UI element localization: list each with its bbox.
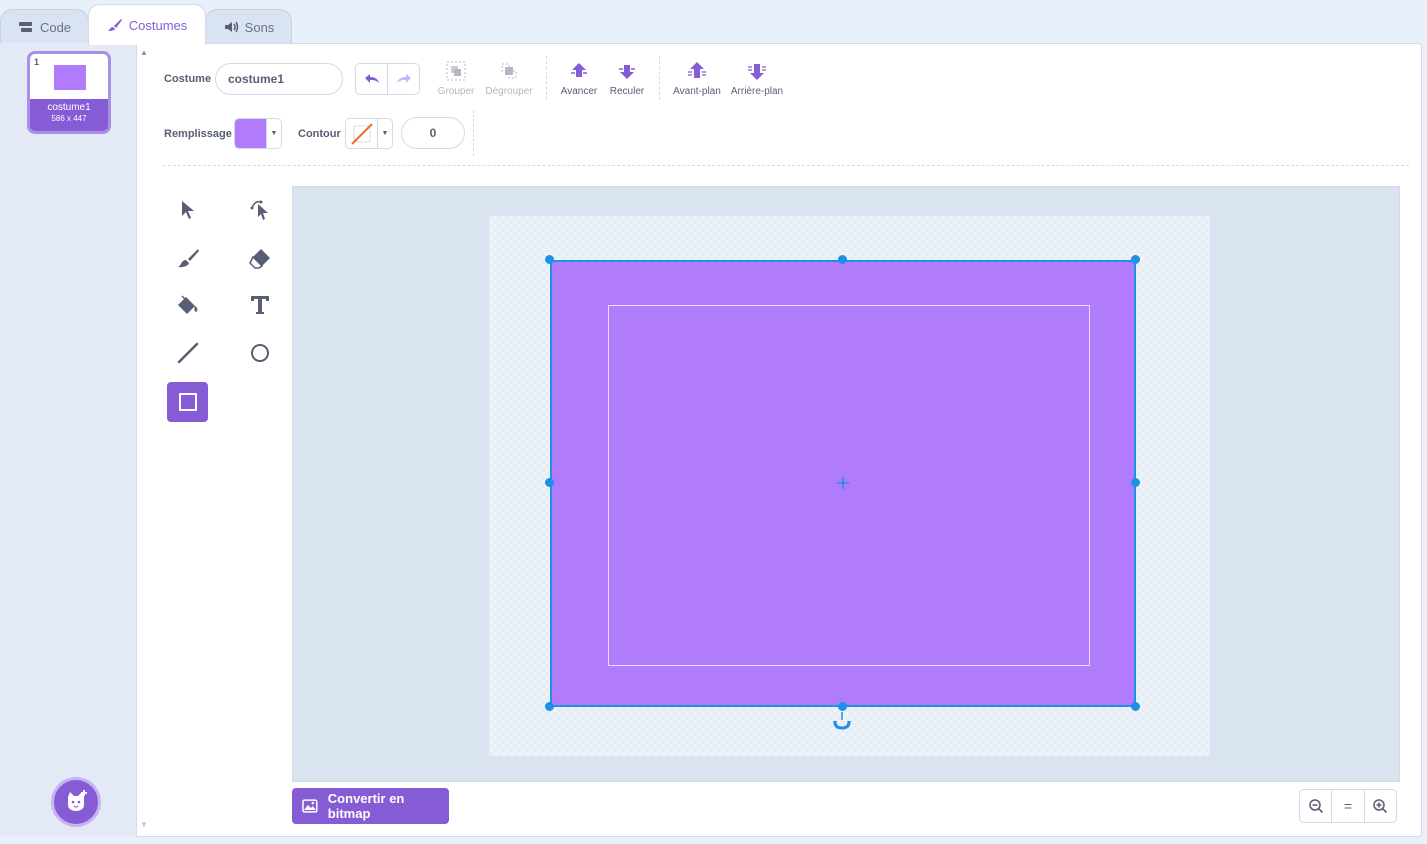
rectangle-icon bbox=[178, 393, 197, 411]
rectangle-tool[interactable] bbox=[167, 382, 208, 422]
undo-icon bbox=[364, 74, 379, 83]
group-button[interactable]: Grouper bbox=[436, 60, 476, 97]
resize-handle-top-left[interactable] bbox=[545, 255, 554, 264]
tab-code[interactable]: Code bbox=[0, 9, 89, 44]
convert-to-bitmap-button[interactable]: Convertir en bitmap bbox=[292, 788, 449, 824]
toolbar-divider bbox=[659, 56, 660, 100]
costume-list bbox=[0, 43, 137, 837]
resize-handle-bottom[interactable] bbox=[838, 702, 847, 711]
text-tool[interactable] bbox=[239, 285, 280, 325]
redo-button[interactable] bbox=[387, 64, 419, 94]
front-label: Avant-plan bbox=[673, 86, 721, 97]
brush-icon bbox=[177, 249, 199, 268]
line-tool[interactable] bbox=[167, 333, 208, 373]
center-crosshair-icon bbox=[837, 477, 849, 489]
paint-bucket-icon bbox=[177, 295, 197, 314]
undo-redo-group bbox=[355, 63, 420, 95]
scroll-down-arrow[interactable]: ▼ bbox=[138, 820, 150, 830]
outline-label: Contour bbox=[298, 128, 341, 140]
backward-icon bbox=[619, 65, 635, 79]
no-color-icon bbox=[350, 122, 373, 145]
resize-handle-left[interactable] bbox=[545, 478, 554, 487]
back-button[interactable]: Arrière-plan bbox=[729, 60, 785, 97]
forward-button[interactable]: Avancer bbox=[558, 60, 600, 97]
back-label: Arrière-plan bbox=[730, 86, 784, 97]
circle-tool[interactable] bbox=[239, 333, 280, 373]
rotate-handle-icon[interactable] bbox=[832, 712, 852, 732]
scroll-up-arrow[interactable]: ▲ bbox=[138, 48, 150, 58]
brush-tool[interactable] bbox=[167, 238, 208, 278]
costume-name-label: Costume bbox=[164, 73, 212, 85]
brush-icon bbox=[107, 19, 122, 31]
costume-size: 586 x 447 bbox=[51, 114, 87, 123]
eraser-tool[interactable] bbox=[239, 238, 280, 278]
tab-label: Costumes bbox=[128, 17, 188, 33]
backward-label: Reculer bbox=[609, 86, 645, 97]
add-costume-button[interactable] bbox=[51, 777, 101, 827]
circle-icon bbox=[250, 344, 269, 362]
speaker-icon bbox=[224, 21, 238, 33]
toolbar-divider bbox=[546, 56, 547, 100]
zoom-reset-button[interactable]: = bbox=[1331, 790, 1363, 822]
forward-icon bbox=[571, 63, 587, 77]
group-icon bbox=[446, 61, 466, 81]
group-label: Grouper bbox=[437, 86, 475, 97]
costume-name-input[interactable]: costume1 bbox=[215, 63, 343, 95]
line-icon bbox=[177, 342, 198, 364]
costume-label: costume1 586 x 447 bbox=[30, 99, 108, 131]
tab-label: Sons bbox=[244, 19, 275, 35]
to-front-icon bbox=[688, 62, 706, 78]
zoom-out-icon bbox=[1308, 799, 1323, 814]
resize-handle-top-right[interactable] bbox=[1131, 255, 1140, 264]
text-icon bbox=[250, 296, 269, 314]
chevron-down-icon: ▼ bbox=[377, 119, 392, 148]
outline-width-input[interactable]: 0 bbox=[401, 117, 465, 149]
forward-label: Avancer bbox=[560, 86, 598, 97]
tab-label: Code bbox=[39, 19, 72, 35]
fill-swatch bbox=[235, 119, 266, 148]
fill-tool[interactable] bbox=[167, 285, 208, 325]
image-icon bbox=[302, 799, 318, 813]
zoom-controls: = bbox=[1299, 789, 1397, 823]
ungroup-icon bbox=[501, 63, 517, 79]
undo-button[interactable] bbox=[356, 64, 387, 94]
tab-costumes[interactable]: Costumes bbox=[88, 4, 206, 45]
convert-label: Convertir en bitmap bbox=[327, 791, 405, 821]
cat-plus-icon bbox=[68, 790, 87, 811]
reshape-tool[interactable] bbox=[239, 190, 280, 230]
reshape-cursor-icon bbox=[250, 200, 268, 220]
ungroup-label: Dégrouper bbox=[485, 86, 533, 97]
redo-icon bbox=[396, 74, 411, 83]
backward-button[interactable]: Reculer bbox=[607, 60, 647, 97]
resize-handle-bottom-left[interactable] bbox=[545, 702, 554, 711]
arrow-cursor-icon bbox=[181, 201, 194, 219]
outline-swatch bbox=[346, 119, 377, 148]
zoom-in-icon bbox=[1373, 799, 1388, 814]
toolbar-separator bbox=[163, 165, 1409, 166]
resize-handle-right[interactable] bbox=[1131, 478, 1140, 487]
chevron-down-icon: ▼ bbox=[266, 119, 281, 148]
front-button[interactable]: Avant-plan bbox=[671, 60, 723, 97]
costume-thumbnail bbox=[54, 65, 86, 90]
editor-tabs: Code Costumes Sons bbox=[0, 0, 1427, 45]
costume-item[interactable]: 1 costume1 586 x 447 bbox=[27, 51, 111, 134]
costume-number: 1 bbox=[34, 57, 40, 67]
toolbar-divider bbox=[473, 110, 474, 156]
to-back-icon bbox=[748, 64, 766, 80]
zoom-in-button[interactable] bbox=[1363, 790, 1396, 822]
code-blocks-icon bbox=[18, 22, 32, 32]
resize-handle-bottom-right[interactable] bbox=[1131, 702, 1140, 711]
tab-sounds[interactable]: Sons bbox=[205, 9, 292, 44]
outline-color-picker[interactable]: ▼ bbox=[345, 118, 393, 149]
ungroup-button[interactable]: Dégrouper bbox=[484, 60, 534, 97]
eraser-icon bbox=[248, 249, 270, 269]
resize-handle-top[interactable] bbox=[838, 255, 847, 264]
fill-label: Remplissage bbox=[164, 128, 232, 140]
fill-color-picker[interactable]: ▼ bbox=[234, 118, 282, 149]
select-tool[interactable] bbox=[167, 190, 208, 230]
costume-name: costume1 bbox=[47, 102, 91, 113]
zoom-out-button[interactable] bbox=[1300, 790, 1331, 822]
